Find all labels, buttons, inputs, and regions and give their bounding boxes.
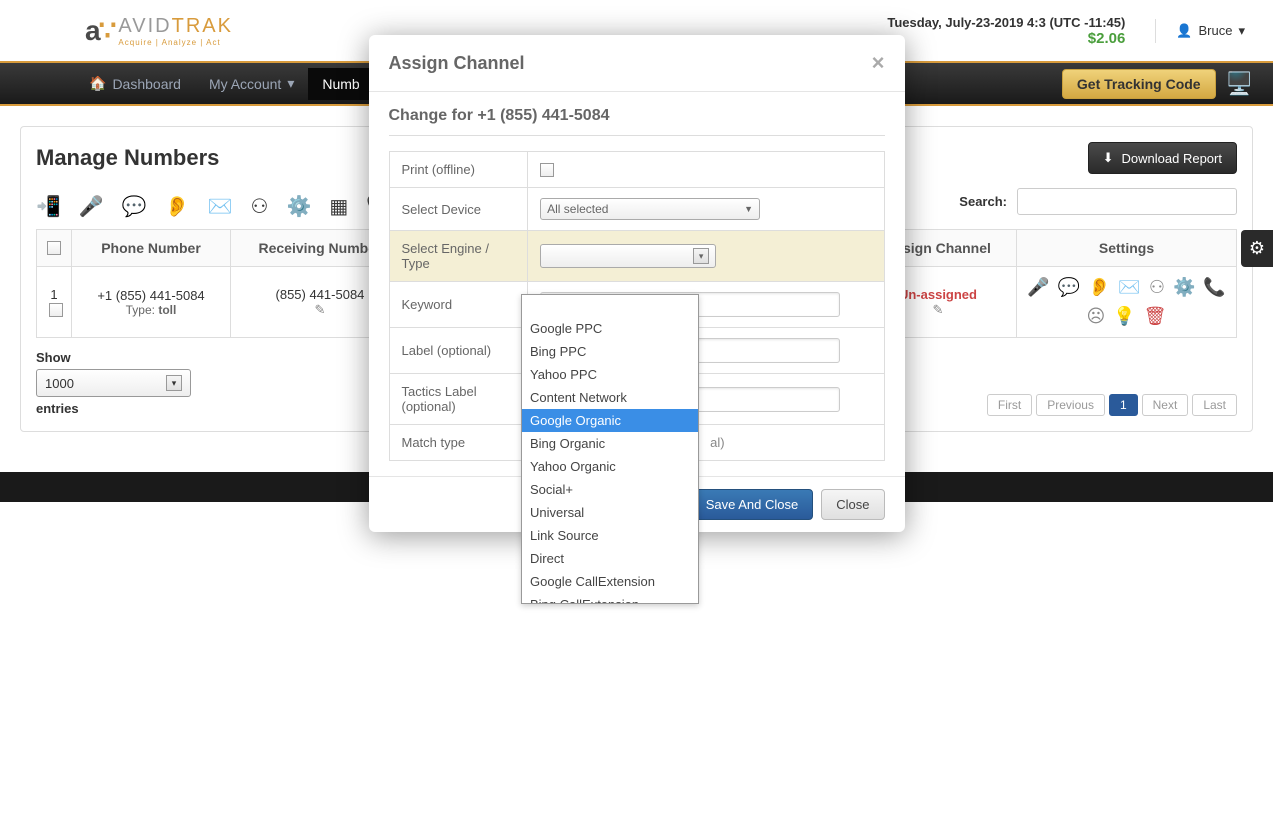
- label-select-engine: Select Engine / Type: [389, 231, 528, 282]
- dropdown-item-blank[interactable]: [522, 295, 698, 317]
- dropdown-item[interactable]: Yahoo PPC: [522, 363, 698, 386]
- save-and-close-button[interactable]: Save And Close: [691, 489, 814, 520]
- print-offline-checkbox[interactable]: [540, 163, 554, 177]
- dropdown-item[interactable]: Yahoo Organic: [522, 455, 698, 478]
- dropdown-item[interactable]: Social+: [522, 478, 698, 501]
- close-icon[interactable]: ×: [872, 50, 885, 76]
- dropdown-item[interactable]: Link Source: [522, 524, 698, 547]
- modal-subtitle: Change for +1 (855) 441-5084: [389, 107, 885, 136]
- dropdown-item[interactable]: Direct: [522, 547, 698, 570]
- dropdown-item[interactable]: Bing PPC: [522, 340, 698, 363]
- dropdown-item[interactable]: Google Organic: [522, 409, 698, 432]
- modal-title: Assign Channel: [389, 53, 525, 74]
- label-tactics: Tactics Label (optional): [389, 374, 528, 425]
- select-engine-dropdown[interactable]: ▾: [540, 244, 716, 268]
- chevron-down-icon: ▾: [693, 248, 709, 264]
- dropdown-item[interactable]: Google CallExtension: [522, 570, 698, 593]
- label-match-type: Match type: [389, 425, 528, 461]
- label-print-offline: Print (offline): [389, 152, 528, 188]
- dropdown-item[interactable]: Google PPC: [522, 317, 698, 340]
- label-keyword: Keyword: [389, 282, 528, 328]
- select-device-dropdown[interactable]: All selected ▼: [540, 198, 760, 220]
- chevron-down-icon: ▼: [744, 204, 753, 214]
- device-value: All selected: [547, 202, 608, 216]
- label-select-device: Select Device: [389, 188, 528, 231]
- dropdown-item[interactable]: Bing Organic: [522, 432, 698, 455]
- match-hint: al): [710, 435, 724, 450]
- dropdown-item[interactable]: Bing CallExtension: [522, 593, 698, 604]
- close-button[interactable]: Close: [821, 489, 884, 520]
- dropdown-item[interactable]: Universal: [522, 501, 698, 524]
- engine-type-dropdown-list: Google PPCBing PPCYahoo PPCContent Netwo…: [521, 294, 699, 604]
- dropdown-item[interactable]: Content Network: [522, 386, 698, 409]
- label-label-optional: Label (optional): [389, 328, 528, 374]
